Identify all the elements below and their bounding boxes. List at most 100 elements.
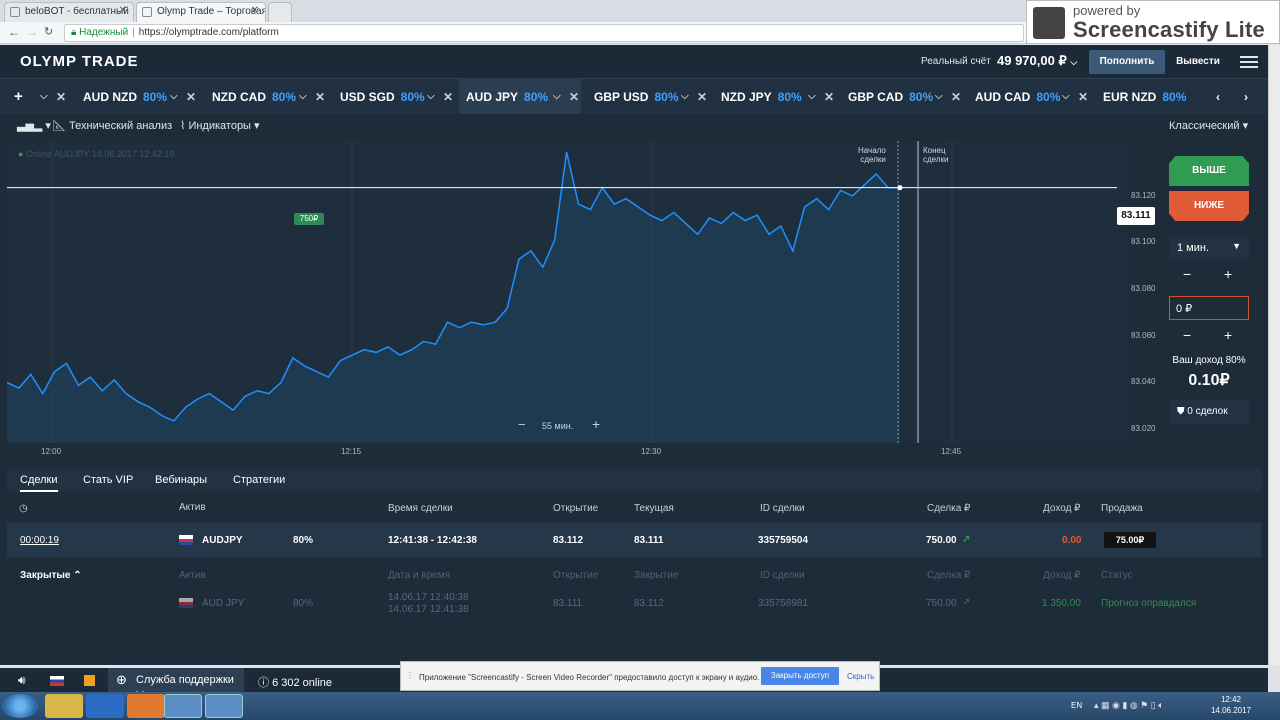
deals-count[interactable]: ⛊ 0 сделок [1169,400,1249,424]
chevron-down-icon[interactable]: ⌵ [299,79,307,115]
back-icon[interactable]: ← [8,25,20,39]
amount-plus-button[interactable]: + [1224,327,1232,343]
table-row[interactable]: AUD JPY 80% 14.06.17 12:40:38 14.06.17 1… [7,586,1261,626]
film-icon [1033,7,1065,39]
browser-tab-title: beloBOT - бесплатный [25,6,129,17]
asset-tab-gbp-usd[interactable]: GBP USD 80% ⌵ ✕ [587,79,709,115]
expiry-time-value: 1 мин. [1177,242,1210,254]
new-tab-button[interactable] [268,2,292,22]
deal-end-line2: сделки [923,155,949,164]
theme-icon[interactable] [84,675,95,686]
start-button[interactable] [2,694,38,718]
asset-tab-usd-sgd[interactable]: USD SGD 80% ⌵ ✕ [333,79,455,115]
balance-value[interactable]: 49 970,00 ₽ ⌵ [997,53,1077,69]
close-icon[interactable]: ✕ [824,79,834,115]
header-open: Открытие [553,503,599,514]
asset-tabs: + ⌵ ✕ AUD NZD 80% ⌵ ✕ NZD CAD 80% ⌵ ✕ USD SGD 80%… [0,78,1268,115]
clock[interactable]: 12:42 14.06.2017 [1206,694,1256,716]
hamburger-menu-icon[interactable] [1240,53,1258,69]
chrome-icon[interactable] [164,694,202,718]
url-field[interactable]: 🔒︎ Надежный | https://olymptrade.com/platf… [64,24,1024,42]
close-icon[interactable]: ✕ [697,79,707,115]
zoom-out-button[interactable]: − [518,417,526,432]
close-icon[interactable]: ✕ [443,79,453,115]
asset-tab-aud-jpy[interactable]: AUD JPY 80% ⌵ ✕ [459,79,581,115]
close-icon[interactable]: ✕ [56,79,66,115]
tab-vip[interactable]: Стать VIP [83,474,133,486]
chart-style-select[interactable]: Классический ▾ [1169,119,1248,132]
deal-id: 335759504 [758,535,809,546]
tray-icons[interactable]: ▴ ▦ ◉ ▮ ◍ ⚑ ▯ 🔈︎ [1094,700,1164,711]
language-flag-icon[interactable] [50,676,64,686]
sound-icon[interactable]: 🔊︎ [18,673,26,688]
chart-type-icon[interactable]: ▃▅▂ ▾ [17,119,51,132]
chevron-down-icon[interactable]: ⌵ [553,79,561,115]
close-icon[interactable]: ✕ [569,79,579,115]
reload-icon[interactable]: ↻ [44,25,53,38]
amount-input[interactable]: 0 ₽ [1169,296,1249,320]
close-icon[interactable]: ✕ [951,79,961,115]
asset-tab-nzd-jpy[interactable]: NZD JPY 80% ⌵ ✕ [714,79,836,115]
close-icon[interactable]: ✕ [315,79,325,115]
asset-tab-gbp-cad[interactable]: GBP CAD 80% ⌵ ✕ [841,79,963,115]
tab-deals[interactable]: Сделки [20,474,58,492]
drag-handle-icon[interactable]: ⋮ [406,671,414,680]
table-row[interactable]: 00:00:19 AUDJPY 80% 12:41:38 - 12:42:38 … [7,523,1261,557]
explorer-icon[interactable] [45,694,83,718]
browser-tab-belobot[interactable]: beloBOT - бесплатный ✕ [4,2,134,22]
tech-analysis-button[interactable]: 📐︎ Технический анализ [52,119,172,132]
asset-tab-aud-cad[interactable]: AUD CAD 80% ⌵ ✕ [968,79,1090,115]
caret-down-icon: ▼ [1232,241,1241,251]
tab-strategies[interactable]: Стратегии [233,474,285,486]
asset-tab-nzd-cad[interactable]: NZD CAD 80% ⌵ ✕ [205,79,327,115]
add-asset-button[interactable]: + ⌵ ✕ [14,79,66,115]
close-icon[interactable]: ✕ [186,79,196,115]
chevron-down-icon[interactable]: ⌵ [808,79,816,115]
lower-button[interactable]: НИЖЕ [1169,191,1249,221]
chevron-down-icon[interactable]: ⌵ [427,79,435,115]
close-icon[interactable]: ✕ [251,5,259,16]
support-button[interactable]: ⊕Служба поддержки ⌵ [108,668,244,698]
chevron-down-icon[interactable]: ⌵ [681,79,689,115]
indicators-button[interactable]: ⌇ Индикаторы ▾ [180,119,260,132]
close-icon[interactable]: ✕ [1078,79,1088,115]
amount-minus-button[interactable]: − [1183,327,1191,343]
asset-tab-eur-nzd[interactable]: EUR NZD 80% [1096,79,1218,115]
time-plus-button[interactable]: + [1224,266,1232,282]
lifebuoy-icon: ⊕ [116,672,127,687]
hide-button[interactable]: Скрыть [847,672,874,681]
asset-tab-aud-nzd[interactable]: AUD NZD 80% ⌵ ✕ [76,79,198,115]
media-player-icon[interactable] [127,694,165,718]
chevron-down-icon[interactable]: ⌵ [1062,79,1070,115]
screen-share-notification: ⋮ Приложение "Screencastify - Screen Vid… [400,661,880,691]
forward-icon[interactable]: → [26,25,38,39]
chevron-down-icon[interactable]: ⌵ [935,79,943,115]
sell-button[interactable]: 75.00₽ [1104,532,1156,548]
chevron-up-icon: ⌃ [73,570,82,581]
closed-toggle[interactable]: Закрытые ⌃ [20,570,82,581]
language-indicator[interactable]: EN [1071,701,1082,710]
expiry-time-select[interactable]: 1 мин. ▼ [1169,237,1249,259]
support-label: Служба поддержки [136,674,234,686]
x-tick-label: 12:30 [641,447,662,456]
logo[interactable]: OLYMP TRADE [20,53,139,70]
tab-webinars[interactable]: Вебинары [155,474,207,486]
ie-icon[interactable] [86,694,124,718]
deal-open: 83.112 [553,535,584,546]
scrollbar[interactable] [1268,45,1280,665]
chrome-icon[interactable] [205,694,243,718]
online-count: ⓘ 6 302 online [258,674,332,690]
chevron-right-icon[interactable]: › [1244,79,1258,115]
zoom-in-button[interactable]: + [592,416,600,432]
close-icon[interactable]: ✕ [119,5,127,16]
time-minus-button[interactable]: − [1183,266,1191,282]
higher-button[interactable]: ВЫШЕ [1169,156,1249,186]
stop-sharing-button[interactable]: Закрыть доступ [761,667,839,685]
chevron-down-icon[interactable]: ⌵ [170,79,178,115]
price-chart[interactable] [7,141,1158,463]
chevron-left-icon[interactable]: ‹ [1216,79,1230,115]
deposit-button[interactable]: Пополнить [1089,50,1165,74]
withdraw-button[interactable]: Вывести [1170,50,1226,74]
closed-header-open: Открытие [553,570,599,581]
browser-tab-olymp[interactable]: Olymp Trade – Торговая ✕ [136,2,266,22]
